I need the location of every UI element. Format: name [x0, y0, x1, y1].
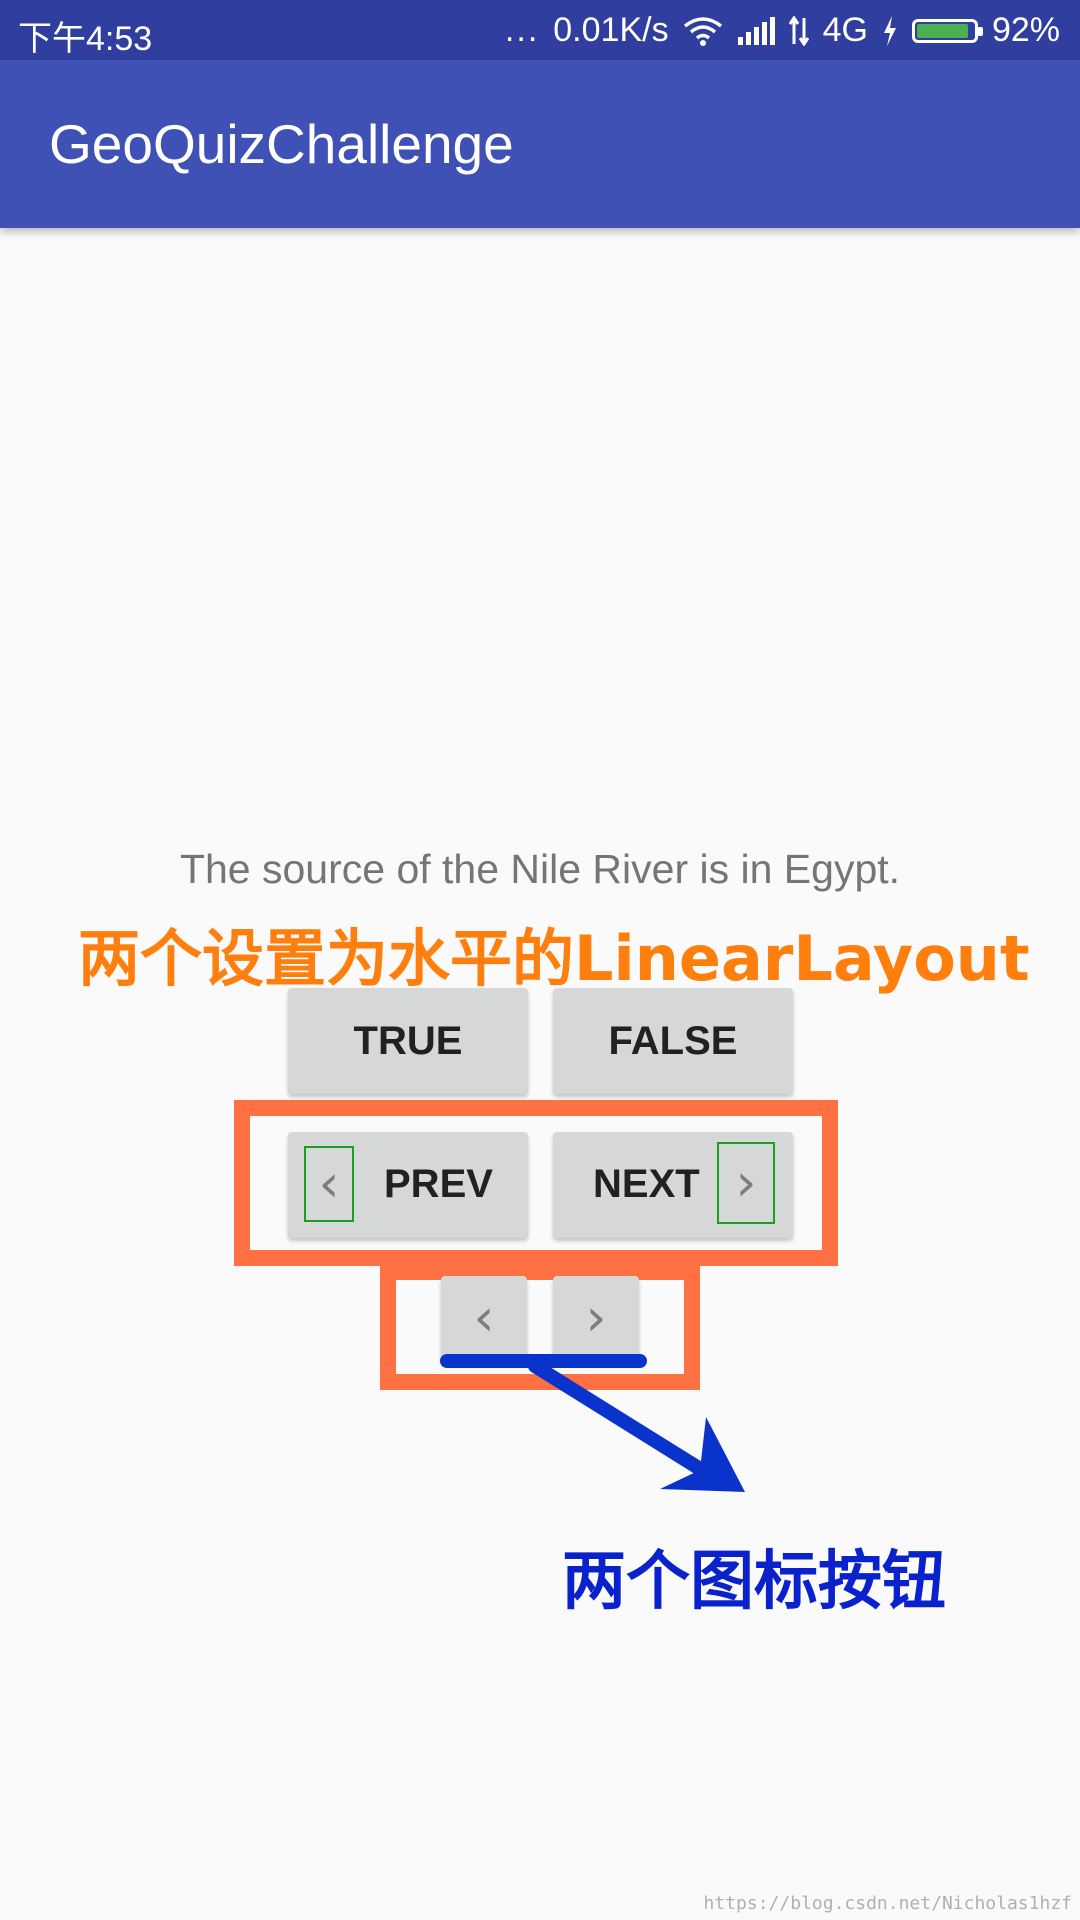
arrow-shaft: [528, 1359, 712, 1479]
watermark: https://blog.csdn.net/Nicholas1hzf: [703, 1893, 1072, 1914]
annotation-arrow: [440, 1354, 745, 1492]
icon-buttons-annotation: 两个图标按钮: [562, 1545, 946, 1619]
